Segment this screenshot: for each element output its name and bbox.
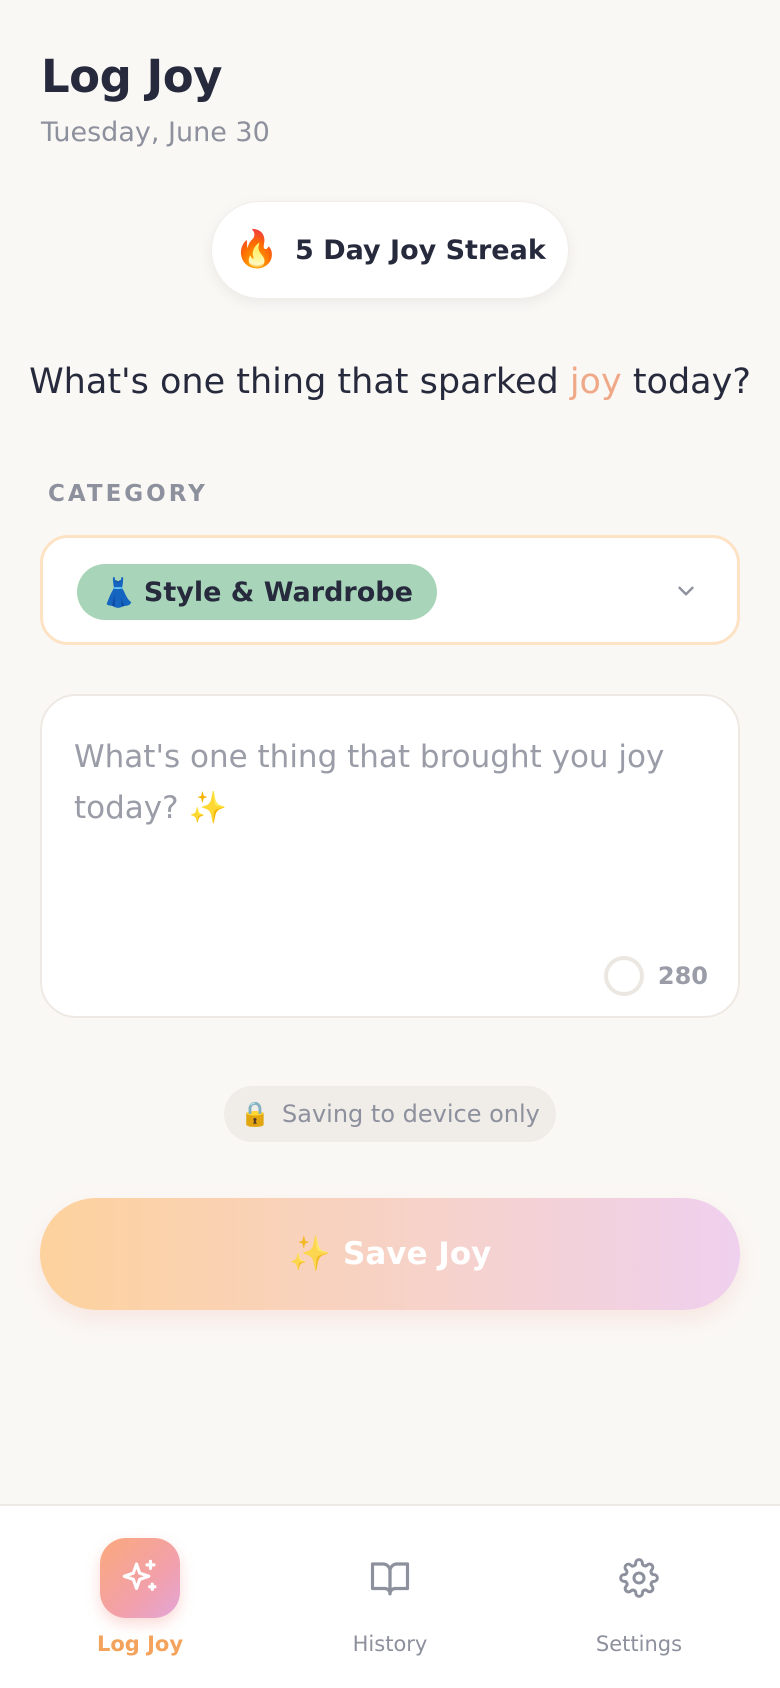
joy-prompt-question: What's one thing that sparked joy today? [0,362,780,402]
prompt-text-after: today? [621,362,751,402]
tab-settings-label: Settings [595,1632,683,1656]
joy-entry-input[interactable]: What's one thing that brought you joy to… [40,694,740,1018]
lock-icon: 🔒 [240,1100,271,1128]
category-label: CATEGORY [48,481,208,507]
tab-history-label: History [352,1632,428,1656]
streak-label: 5 Day Joy Streak [295,234,546,266]
book-open-icon [370,1562,410,1596]
privacy-text: Saving to device only [282,1100,540,1128]
privacy-badge: 🔒 Saving to device only [224,1086,556,1142]
sparkles-icon: ✨ [288,1234,332,1274]
sparkle-icon [122,1559,157,1591]
tab-log-joy-icon-bg [100,1538,180,1618]
character-counter: 280 [603,956,708,996]
save-button-label: Save Joy [343,1236,492,1272]
counter-remaining: 280 [657,962,708,990]
save-joy-button[interactable]: ✨ Save Joy [40,1198,740,1310]
counter-ring [603,956,644,996]
tab-settings[interactable]: Settings [549,1538,729,1656]
page-header: Log Joy Tuesday, June 30 [41,50,270,148]
prompt-text-before: What's one thing that sparked [29,362,570,402]
prompt-highlight: joy [569,362,622,402]
page-title: Log Joy [41,50,222,103]
entry-placeholder: What's one thing that brought you joy to… [74,739,665,826]
category-chip: 👗 Style & Wardrobe [77,564,437,620]
tab-history-icon-bg [350,1538,430,1618]
streak-badge: 🔥 5 Day Joy Streak [211,201,569,299]
tab-log-joy-label: Log Joy [96,1632,184,1656]
tab-history[interactable]: History [300,1538,480,1656]
gear-icon [619,1558,659,1598]
tab-settings-icon-bg [599,1538,679,1618]
bottom-tab-bar: Log Joy History Settings [0,1504,780,1688]
page-date: Tuesday, June 30 [41,117,270,148]
category-selected-text: Style & Wardrobe [143,576,413,608]
chevron-down-icon [678,586,694,596]
category-select[interactable]: 👗 Style & Wardrobe [40,535,740,645]
fire-icon: 🔥 [234,229,280,270]
tab-log-joy[interactable]: Log Joy [50,1538,230,1656]
dress-icon: 👗 [101,575,136,609]
